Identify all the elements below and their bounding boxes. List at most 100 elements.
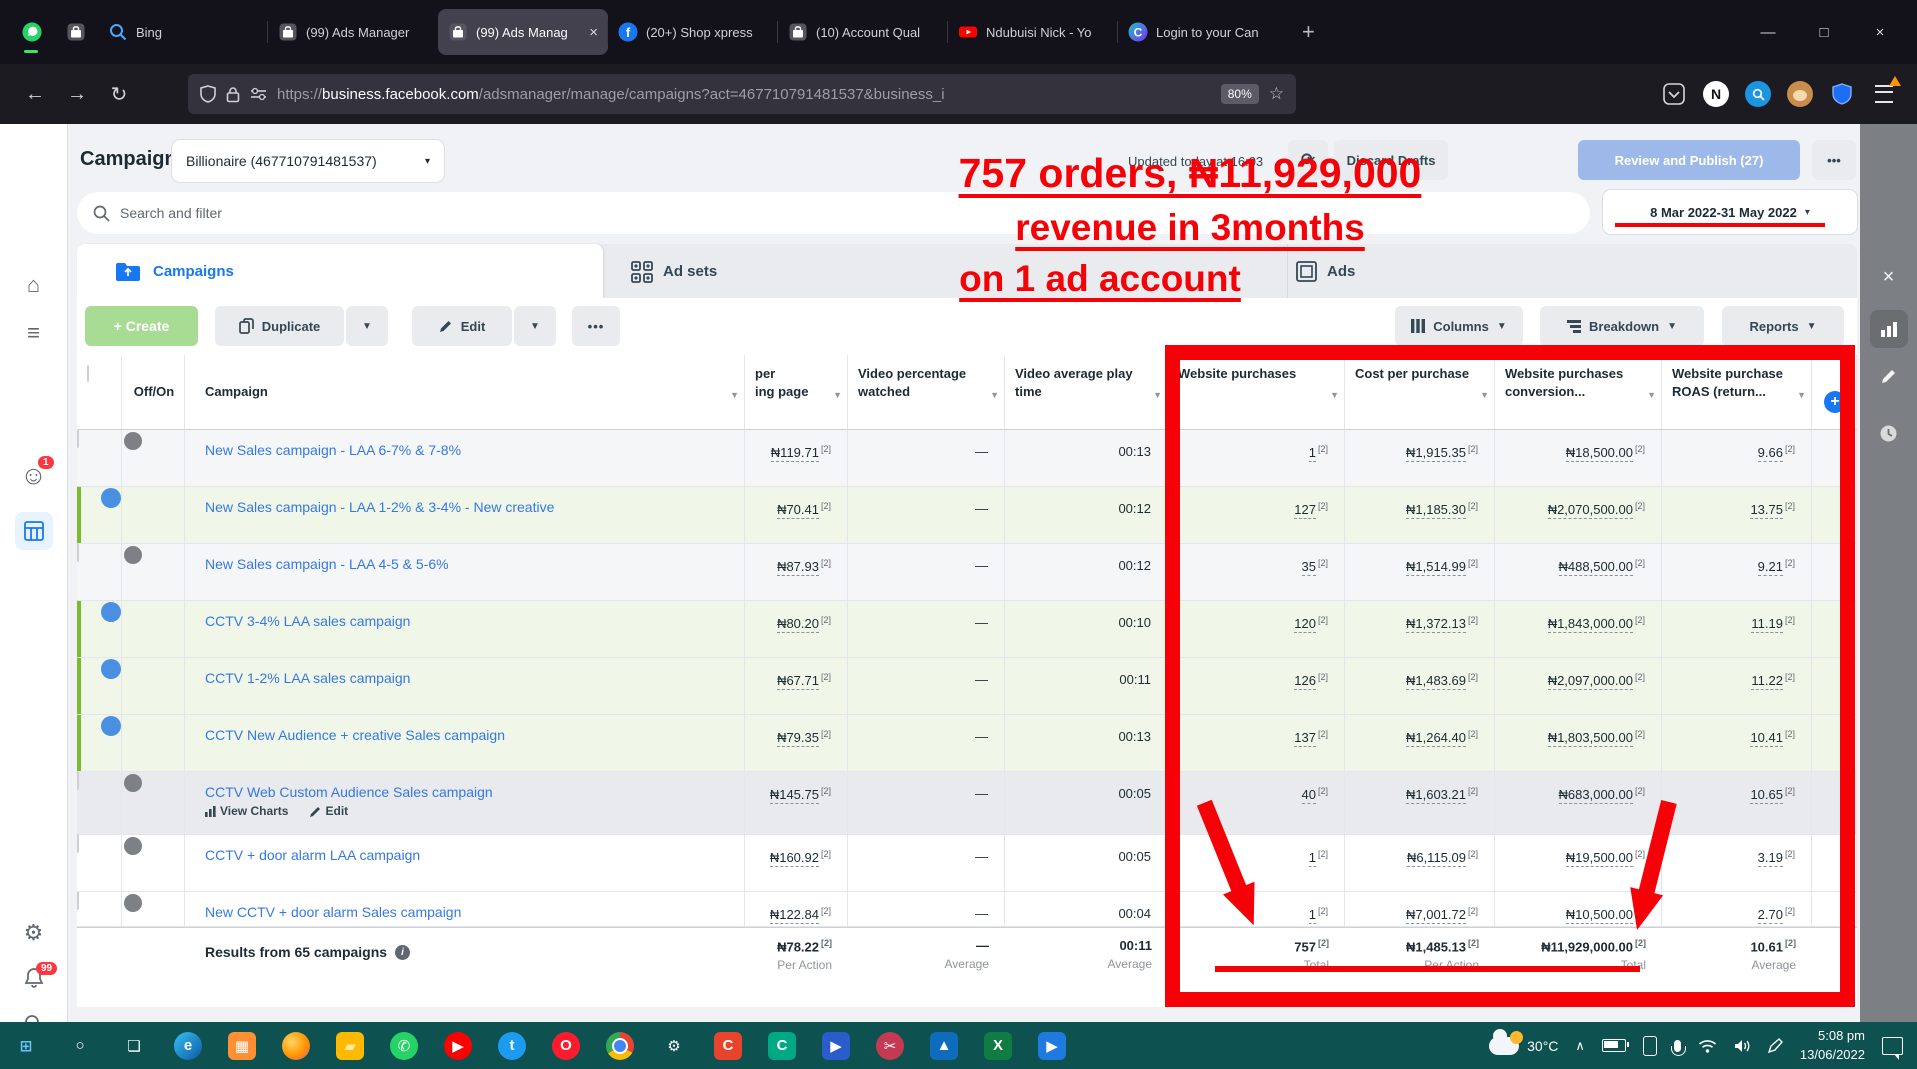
header-video-average-play-time[interactable]: Video average play time▼ (1005, 355, 1168, 429)
taskbar-app-edge[interactable]: e (174, 1032, 202, 1060)
campaign-name-link[interactable]: New Sales campaign - LAA 1-2% & 3-4% - N… (185, 487, 744, 515)
create-button[interactable]: + Create (85, 306, 198, 346)
row-checkbox[interactable] (77, 714, 79, 733)
row-checkbox[interactable] (77, 892, 79, 910)
campaign-name-link[interactable]: New Sales campaign - LAA 6-7% & 7-8% (185, 430, 744, 458)
browser-tab[interactable]: Bing (98, 9, 268, 55)
taskbar-app-whatsapp[interactable]: ✆ (390, 1032, 418, 1060)
taskbar-app-twitter[interactable]: t (498, 1032, 526, 1060)
campaign-name-link[interactable]: CCTV 1-2% LAA sales campaign (185, 658, 744, 686)
taskbar-app-movies-tv[interactable]: ▶ (822, 1032, 850, 1060)
view-charts-link[interactable]: View Charts (205, 804, 288, 818)
history-clock-icon[interactable] (1860, 424, 1917, 443)
taskbar-app-app-green-c[interactable]: C (768, 1032, 796, 1060)
menu-icon[interactable] (1869, 79, 1899, 109)
search-extension-icon[interactable] (1743, 79, 1773, 109)
menu-hamburger-icon[interactable]: ≡ (0, 320, 67, 346)
campaign-name-link[interactable]: CCTV Web Custom Audience Sales campaign (185, 772, 744, 800)
browser-tab[interactable]: (99) Ads Manag× (438, 9, 608, 55)
ads-reporting-icon[interactable] (0, 512, 67, 550)
notifications-bell-icon[interactable]: 99 (0, 968, 67, 989)
taskbar-app-media-player[interactable]: ▶ (1038, 1032, 1066, 1060)
header-select-all[interactable] (77, 355, 122, 429)
row-checkbox[interactable] (77, 657, 79, 676)
close-panel-icon[interactable]: × (1860, 266, 1917, 289)
edit-dropdown-button[interactable]: ▼ (514, 306, 556, 346)
taskbar-clock[interactable]: 5:08 pm13/06/2022 (1800, 1027, 1865, 1065)
url-text[interactable]: https://business.facebook.com/adsmanager… (277, 86, 1211, 103)
taskbar-app-task-view[interactable]: ❏ (120, 1032, 148, 1060)
header-purchases-conversion-value[interactable]: Website purchases conversion...▼ (1495, 355, 1662, 429)
back-button[interactable]: ← (14, 83, 56, 106)
maximize-button[interactable]: □ (1803, 24, 1845, 41)
header-cost-per-landing-page[interactable]: pering page▼ (745, 355, 848, 429)
taskbar-app-snipping-tool[interactable]: ✂ (876, 1032, 904, 1060)
weather-widget[interactable]: 30°C (1489, 1037, 1558, 1055)
taskbar-app-opera[interactable]: O (552, 1032, 580, 1060)
pinned-tab-briefcase[interactable] (54, 9, 98, 55)
pinned-tab-whatsapp[interactable] (10, 9, 54, 55)
taskbar-app-chrome[interactable] (606, 1032, 634, 1060)
header-website-purchases[interactable]: Website purchases▼ (1168, 355, 1345, 429)
shield-extension-icon[interactable] (1827, 79, 1857, 109)
browser-tab[interactable]: (99) Ads Manager (268, 9, 438, 55)
lock-icon[interactable] (226, 86, 240, 103)
reports-button[interactable]: Reports▼ (1722, 306, 1844, 346)
tab-campaigns[interactable]: Campaigns (77, 244, 603, 299)
columns-button[interactable]: Columns▼ (1395, 306, 1523, 346)
zoom-level-badge[interactable]: 80% (1221, 84, 1259, 104)
taskbar-app-file-explorer[interactable]: ▰ (336, 1032, 364, 1060)
taskbar-app-settings[interactable]: ⚙ (660, 1032, 688, 1060)
header-campaign[interactable]: Campaign▼ (185, 355, 745, 429)
row-checkbox[interactable] (77, 486, 79, 505)
charts-icon[interactable] (1860, 310, 1917, 348)
row-checkbox[interactable] (77, 771, 79, 790)
campaign-name-link[interactable]: New Sales campaign - LAA 4-5 & 5-6% (185, 544, 744, 572)
campaign-name-link[interactable]: CCTV New Audience + creative Sales campa… (185, 715, 744, 743)
account-avatar-icon[interactable]: N (1701, 79, 1731, 109)
monkey-extension-icon[interactable] (1785, 79, 1815, 109)
tab-close-icon[interactable]: × (589, 24, 598, 41)
breakdown-button[interactable]: Breakdown▼ (1540, 306, 1704, 346)
campaign-name-link[interactable]: CCTV 3-4% LAA sales campaign (185, 601, 744, 629)
edit-button[interactable]: Edit (412, 306, 512, 346)
ad-account-dropdown[interactable]: Billionaire (467710791481537)▾ (172, 140, 444, 182)
select-all-checkbox[interactable] (87, 365, 89, 382)
browser-tab[interactable]: f(20+) Shop xpress (608, 9, 778, 55)
taskbar-app-windows-start[interactable]: ⊞ (12, 1032, 40, 1060)
close-button[interactable]: × (1859, 24, 1901, 41)
browser-tab[interactable]: CLogin to your Can (1118, 9, 1288, 55)
minimize-button[interactable]: — (1747, 24, 1789, 41)
taskbar-app-youtube[interactable]: ▶ (444, 1032, 472, 1060)
volume-icon[interactable] (1734, 1039, 1751, 1053)
header-add-column[interactable]: + (1812, 355, 1857, 429)
permissions-icon[interactable] (250, 87, 267, 101)
duplicate-dropdown-button[interactable]: ▼ (346, 306, 388, 346)
phone-link-icon[interactable] (1643, 1036, 1657, 1056)
notification-center-icon[interactable] (1882, 1037, 1903, 1055)
taskbar-app-excel[interactable]: X (984, 1032, 1012, 1060)
wifi-icon[interactable] (1698, 1039, 1717, 1053)
campaign-name-link[interactable]: CCTV + door alarm LAA campaign (185, 835, 744, 863)
duplicate-button[interactable]: Duplicate (215, 306, 344, 346)
shield-icon[interactable] (200, 85, 216, 103)
date-range-dropdown[interactable]: 8 Mar 2022-31 May 2022▾ (1603, 190, 1857, 234)
header-purchase-roas[interactable]: Website purchase ROAS (return...▼ (1662, 355, 1812, 429)
microphone-icon[interactable] (1674, 1040, 1681, 1052)
pen-icon[interactable] (1768, 1038, 1783, 1053)
taskbar-app-search[interactable]: ○ (66, 1032, 94, 1060)
pocket-icon[interactable] (1659, 79, 1689, 109)
url-bar[interactable]: https://business.facebook.com/adsmanager… (188, 74, 1296, 114)
row-more-button[interactable]: ••• (572, 306, 620, 346)
settings-gear-icon[interactable]: ⚙ (0, 920, 67, 946)
taskbar-app-photos[interactable]: ▲ (930, 1032, 958, 1060)
reload-button[interactable]: ↻ (98, 82, 140, 107)
row-checkbox[interactable] (77, 429, 79, 448)
browser-tab[interactable]: (10) Account Qual (778, 9, 948, 55)
row-checkbox[interactable] (77, 834, 79, 853)
new-tab-button[interactable]: + (1302, 19, 1315, 45)
header-video-percentage-watched[interactable]: Video percentage watched▼ (848, 355, 1005, 429)
row-checkbox[interactable] (77, 600, 79, 619)
campaign-name-link[interactable]: New CCTV + door alarm Sales campaign (185, 892, 744, 920)
edit-link[interactable]: Edit (310, 804, 348, 818)
